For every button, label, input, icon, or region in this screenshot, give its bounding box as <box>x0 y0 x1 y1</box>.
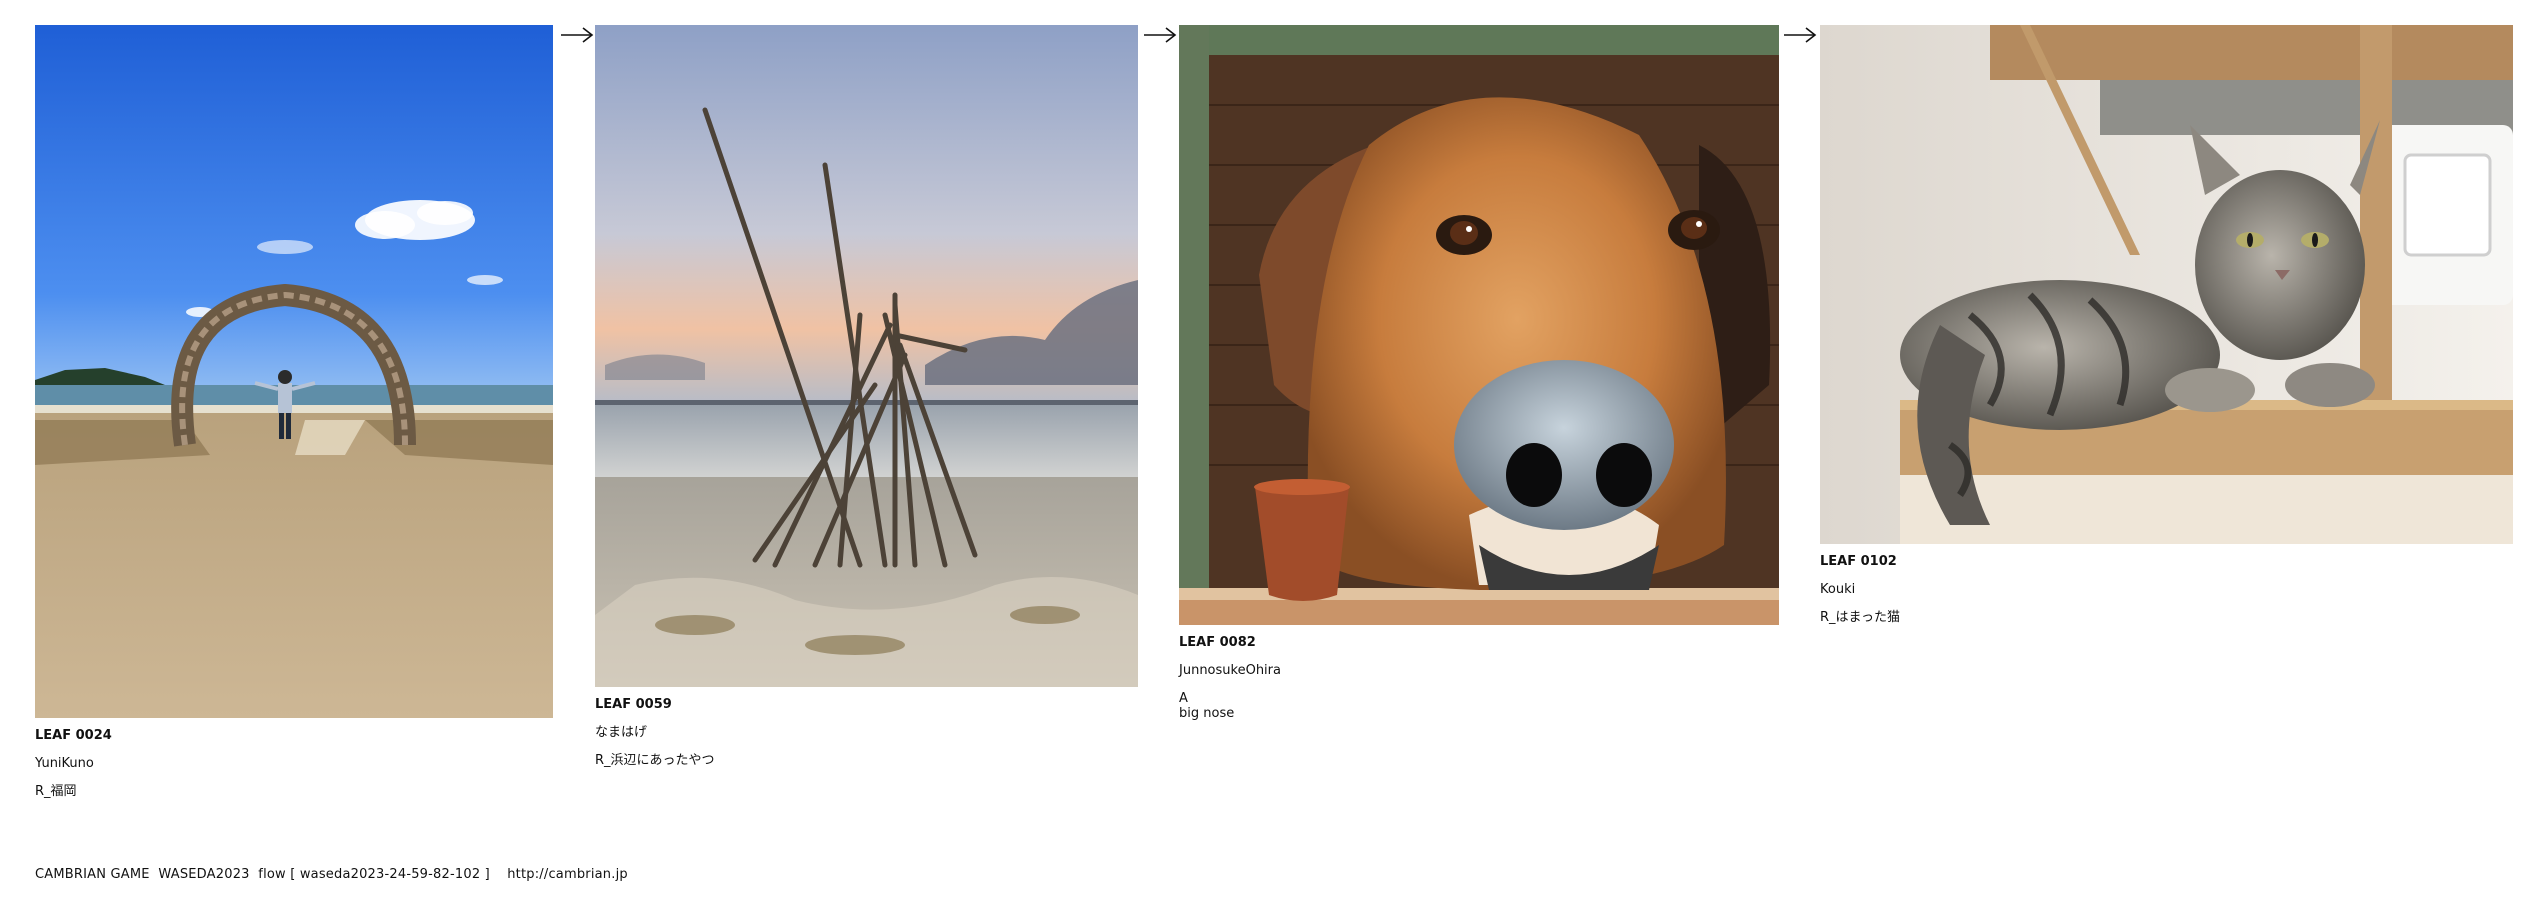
leaf-meta: LEAF 0059 なまはげ R_浜辺にあったやつ <box>595 697 1138 768</box>
leaf-card-0082[interactable]: LEAF 0082 JunnosukeOhira A big nose <box>1179 25 1779 721</box>
leaf-title: R_福岡 <box>35 784 77 799</box>
leaf-code: LEAF 0082 <box>1179 635 1256 650</box>
footer-link[interactable]: CAMBRIAN GAME WASEDA2023 flow [ waseda20… <box>35 867 628 882</box>
leaf-image-cat-shelf[interactable] <box>1820 25 2513 544</box>
right-arrow-icon <box>1784 27 1817 43</box>
leaf-author[interactable]: YuniKuno <box>35 756 553 771</box>
right-arrow-icon <box>561 27 594 43</box>
leaf-author[interactable]: JunnosukeOhira <box>1179 663 1779 678</box>
cat-shelf-photo <box>1820 25 2513 544</box>
leaf-code: LEAF 0024 <box>35 728 112 743</box>
leaf-card-0059[interactable]: LEAF 0059 なまはげ R_浜辺にあったやつ <box>595 25 1138 768</box>
dog-nose-photo <box>1179 25 1779 625</box>
leaf-card-0024[interactable]: LEAF 0024 YuniKuno R_福岡 <box>35 25 553 799</box>
leaf-image-beach-arch[interactable] <box>35 25 553 718</box>
leaf-title: R_浜辺にあったやつ <box>595 753 715 768</box>
leaf-author[interactable]: なまはげ <box>595 725 1138 740</box>
leaf-image-driftwood[interactable] <box>595 25 1138 687</box>
leaf-code: LEAF 0102 <box>1820 554 1897 569</box>
leaf-title: R_はまった猫 <box>1820 610 1901 625</box>
leaf-meta: LEAF 0102 Kouki R_はまった猫 <box>1820 554 2513 625</box>
leaf-meta: LEAF 0082 JunnosukeOhira A big nose <box>1179 635 1779 721</box>
leaf-author[interactable]: Kouki <box>1820 582 2513 597</box>
leaf-image-dog-nose[interactable] <box>1179 25 1779 625</box>
leaf-title: A big nose <box>1179 691 1235 721</box>
leaf-card-0102[interactable]: LEAF 0102 Kouki R_はまった猫 <box>1820 25 2513 625</box>
driftwood-photo <box>595 25 1138 687</box>
right-arrow-icon <box>1144 27 1177 43</box>
beach-arch-photo <box>35 25 553 718</box>
leaf-meta: LEAF 0024 YuniKuno R_福岡 <box>35 728 553 799</box>
leaf-code: LEAF 0059 <box>595 697 672 712</box>
